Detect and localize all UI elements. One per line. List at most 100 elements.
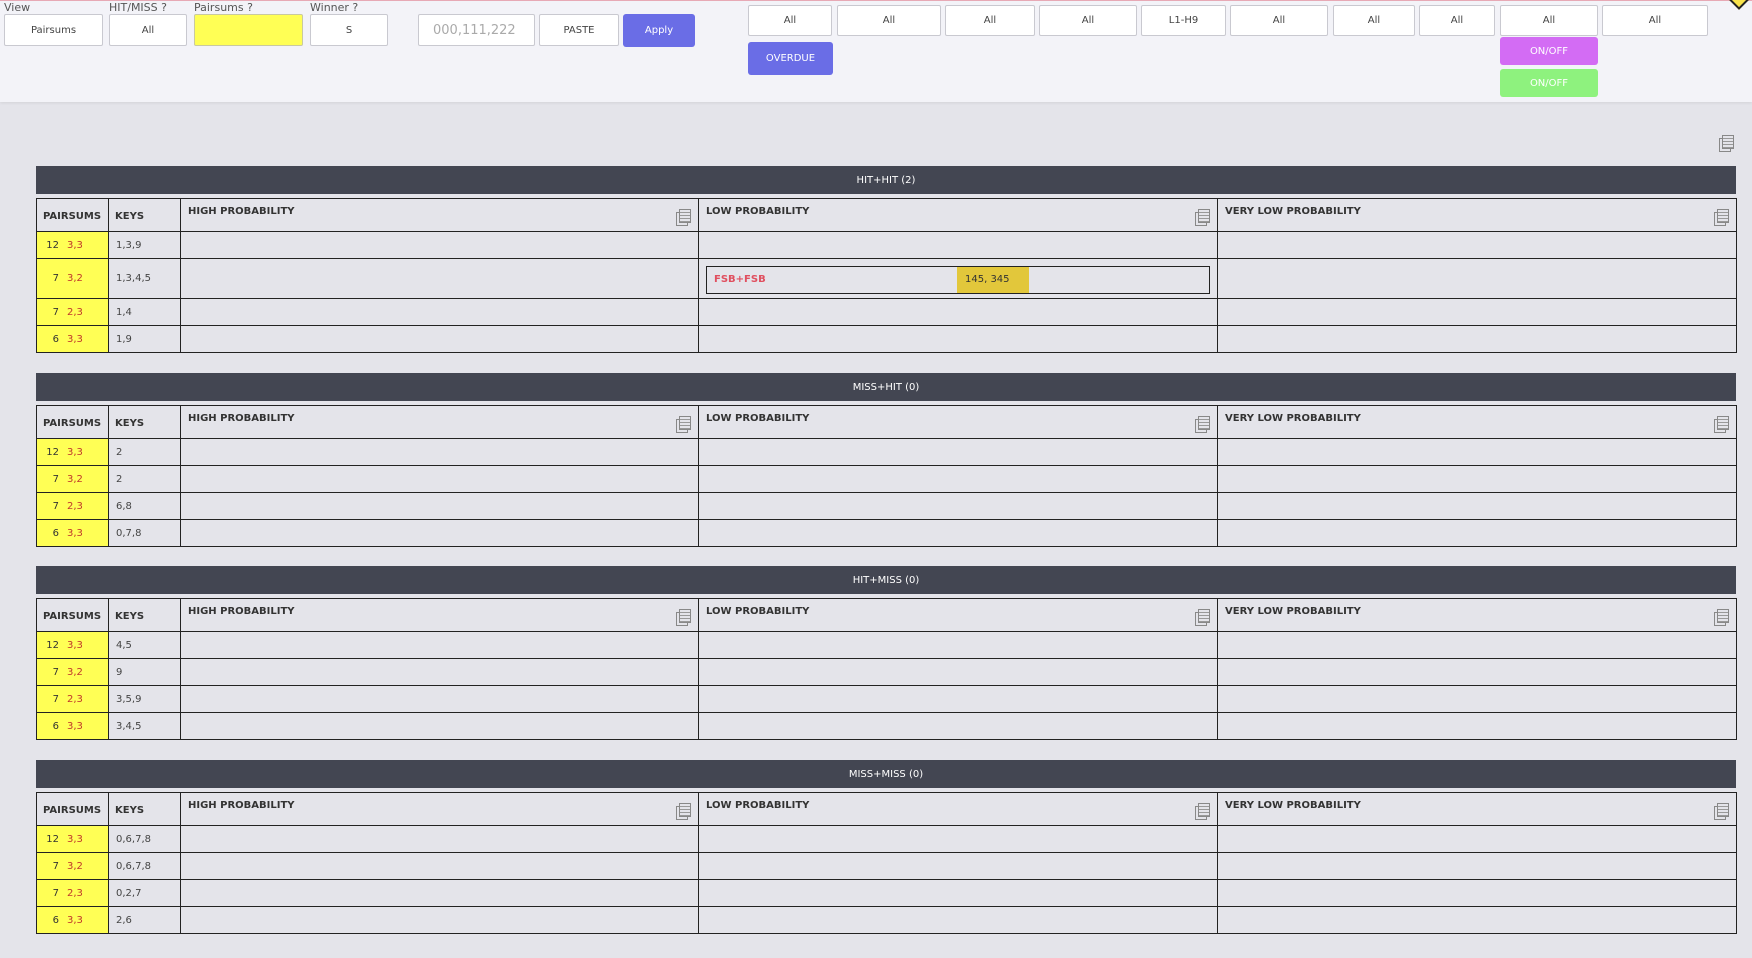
low-cell: [698, 658, 1218, 686]
copy-icon[interactable]: [1714, 803, 1729, 820]
low-cell: [698, 325, 1218, 353]
low-probability-header: LOW PROBABILITY: [698, 598, 1218, 632]
keys-cell: 0,6,7,8: [108, 852, 181, 880]
column-filter-1[interactable]: All: [748, 5, 832, 36]
pair-value: 3,3: [67, 527, 83, 539]
column-filter-8[interactable]: All: [1419, 5, 1495, 36]
paste-button[interactable]: PASTE: [539, 14, 619, 46]
very-low-cell: [1217, 298, 1737, 326]
pairsums-select[interactable]: [194, 14, 303, 46]
low-cell: [698, 879, 1218, 907]
very-low-cell: [1217, 685, 1737, 713]
very-low-probability-header: VERY LOW PROBABILITY: [1217, 598, 1737, 632]
section-miss-miss: MISS+MISS (0) PAIRSUMS KEYS HIGH PROBABI…: [36, 760, 1737, 934]
hitmiss-select[interactable]: All: [109, 14, 187, 46]
table-row: 12 3,3 0,6,7,8: [36, 825, 1737, 853]
low-cell: [698, 298, 1218, 326]
table-row: 7 3,2 2: [36, 465, 1737, 493]
high-cell: [180, 906, 699, 934]
pairsum-value: 12: [46, 833, 59, 845]
keys-cell: 1,9: [108, 325, 181, 353]
pair-value: 3,3: [67, 446, 83, 458]
copy-icon[interactable]: [1719, 135, 1734, 152]
column-filter-10[interactable]: All: [1602, 5, 1708, 36]
pairsum-cell: 7 3,2: [36, 465, 109, 493]
column-filter-7[interactable]: All: [1333, 5, 1415, 36]
prediction-chip[interactable]: FSB+FSB 145, 345: [706, 266, 1210, 294]
apply-button[interactable]: Apply: [623, 14, 695, 47]
column-filter-6[interactable]: All: [1230, 5, 1328, 36]
section-hit-hit: HIT+HIT (2) PAIRSUMS KEYS HIGH PROBABILI…: [36, 166, 1737, 353]
low-cell: [698, 519, 1218, 547]
high-probability-header: HIGH PROBABILITY: [180, 405, 699, 439]
copy-icon[interactable]: [1714, 209, 1729, 226]
copy-icon[interactable]: [1195, 803, 1210, 820]
low-cell: [698, 712, 1218, 740]
pair-value: 3,2: [67, 860, 83, 872]
copy-icon[interactable]: [1714, 416, 1729, 433]
high-probability-header: HIGH PROBABILITY: [180, 598, 699, 632]
copy-icon[interactable]: [1195, 416, 1210, 433]
header-label: VERY LOW PROBABILITY: [1225, 413, 1361, 424]
very-low-cell: [1217, 258, 1737, 299]
pairsums-header: PAIRSUMS: [36, 198, 109, 232]
column-filter-4[interactable]: All: [1039, 5, 1137, 36]
copy-icon[interactable]: [676, 609, 691, 626]
view-select[interactable]: Pairsums: [4, 14, 103, 46]
copy-icon[interactable]: [1195, 609, 1210, 626]
high-cell: [180, 465, 699, 493]
pairsums-header: PAIRSUMS: [36, 405, 109, 439]
column-filter-9[interactable]: All: [1500, 5, 1598, 36]
pairsum-value: 7: [52, 473, 59, 485]
keys-cell: 2: [108, 465, 181, 493]
pair-value: 2,3: [67, 887, 83, 899]
keys-cell: 1,4: [108, 298, 181, 326]
high-cell: [180, 519, 699, 547]
pairsum-value: 12: [46, 239, 59, 251]
high-cell: [180, 231, 699, 259]
high-cell: [180, 879, 699, 907]
pairsum-value: 6: [52, 720, 59, 732]
very-low-cell: [1217, 825, 1737, 853]
very-low-cell: [1217, 492, 1737, 520]
very-low-cell: [1217, 852, 1737, 880]
keys-header: KEYS: [108, 198, 181, 232]
pairsum-cell: 7 3,2: [36, 658, 109, 686]
column-filter-5[interactable]: L1-H9: [1141, 5, 1226, 36]
number-input[interactable]: 000,111,222: [418, 14, 535, 46]
copy-icon[interactable]: [676, 209, 691, 226]
pairsum-value: 7: [52, 693, 59, 705]
pairsum-cell: 6 3,3: [36, 906, 109, 934]
overdue-button[interactable]: OVERDUE: [748, 42, 833, 75]
copy-icon[interactable]: [1714, 609, 1729, 626]
chip-value: 145, 345: [957, 267, 1029, 293]
high-cell: [180, 658, 699, 686]
high-cell: [180, 492, 699, 520]
table-row: 7 2,3 3,5,9: [36, 685, 1737, 713]
winner-select[interactable]: S: [310, 14, 388, 46]
table-row: 6 3,3 0,7,8: [36, 519, 1737, 547]
keys-header: KEYS: [108, 598, 181, 632]
very-low-cell: [1217, 465, 1737, 493]
header-label: VERY LOW PROBABILITY: [1225, 606, 1361, 617]
onoff-purple-toggle[interactable]: ON/OFF: [1500, 37, 1598, 65]
copy-icon[interactable]: [676, 416, 691, 433]
high-cell: [180, 712, 699, 740]
table-row: 7 2,3 1,4: [36, 298, 1737, 326]
keys-cell: 6,8: [108, 492, 181, 520]
pair-value: 3,3: [67, 914, 83, 926]
hitmiss-label: HIT/MISS ?: [109, 1, 167, 14]
header-label: LOW PROBABILITY: [706, 206, 810, 217]
table-row: 6 3,3 1,9: [36, 325, 1737, 353]
section-miss-hit: MISS+HIT (0) PAIRSUMS KEYS HIGH PROBABIL…: [36, 373, 1737, 547]
column-filter-2[interactable]: All: [837, 5, 941, 36]
winner-label: Winner ?: [310, 1, 359, 14]
copy-icon[interactable]: [676, 803, 691, 820]
table-row: 12 3,3 4,5: [36, 631, 1737, 659]
onoff-green-toggle[interactable]: ON/OFF: [1500, 69, 1598, 97]
column-filter-3[interactable]: All: [945, 5, 1035, 36]
copy-icon[interactable]: [1195, 209, 1210, 226]
pairsum-value: 12: [46, 446, 59, 458]
keys-header: KEYS: [108, 405, 181, 439]
pairsum-cell: 7 3,2: [36, 852, 109, 880]
